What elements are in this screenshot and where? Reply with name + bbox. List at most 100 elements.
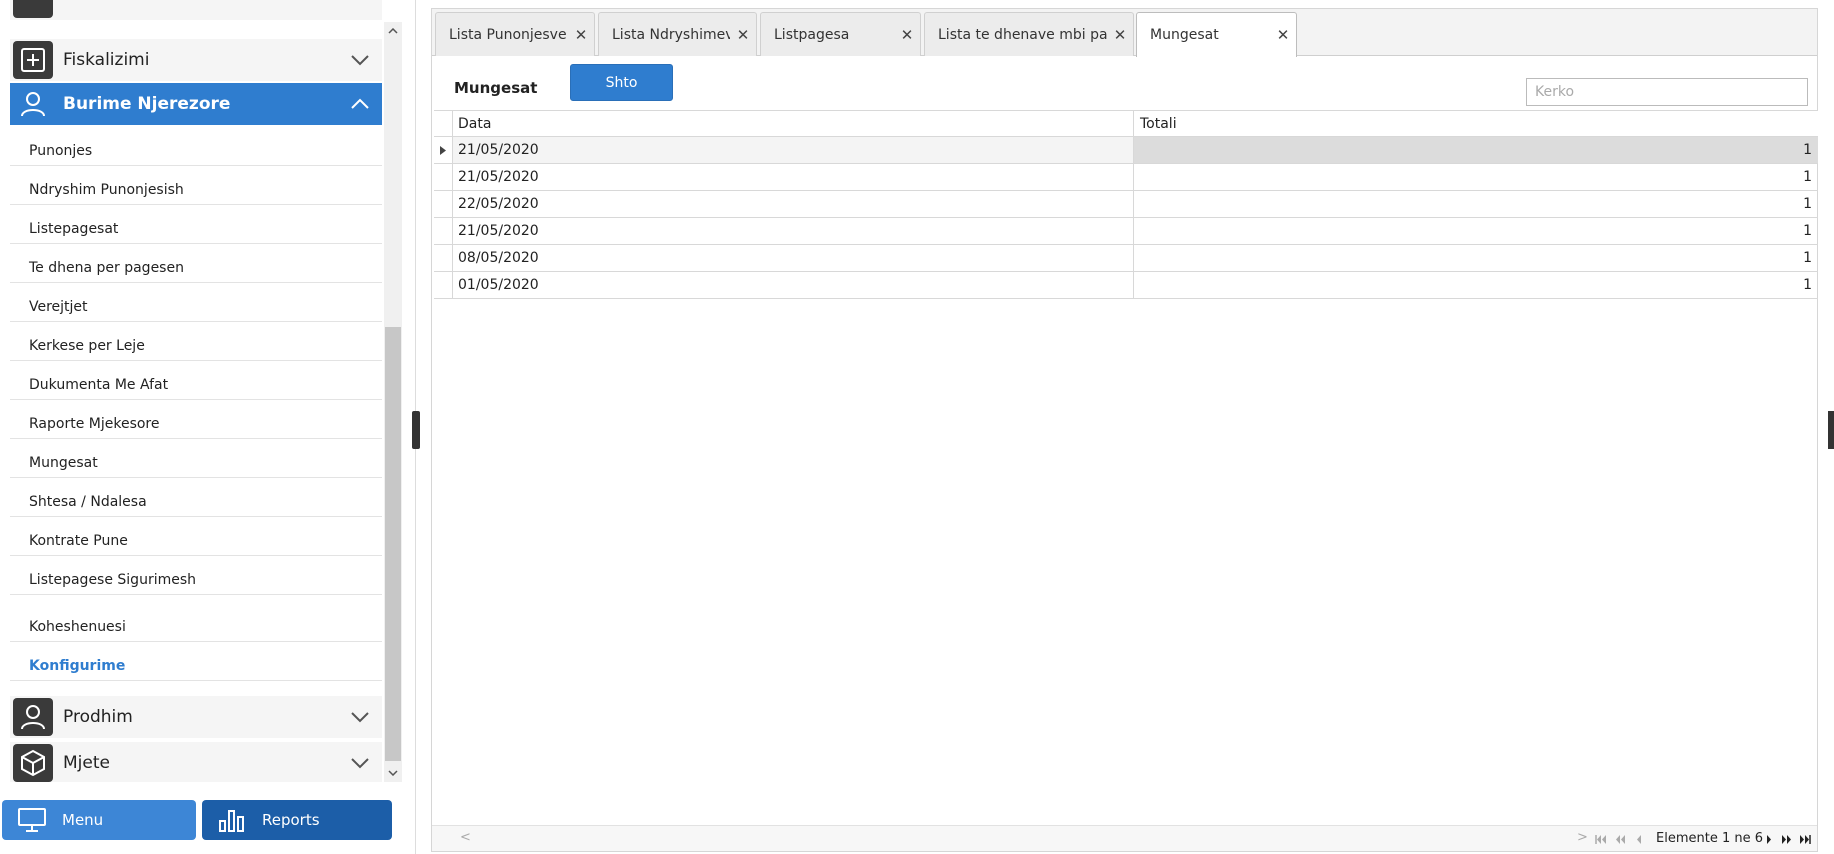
scroll-down-icon[interactable]: [384, 764, 402, 782]
sidebar-item-listepagese-sigurimesh[interactable]: Listepagese Sigurimesh: [10, 556, 382, 595]
sidebar-item-shtesa-ndalesa[interactable]: Shtesa / Ndalesa: [10, 478, 382, 517]
sidebar-item-ndryshim-punonjesish[interactable]: Ndryshim Punonjesish: [10, 166, 382, 205]
sidebar-item-konfigurime[interactable]: Konfigurime: [10, 642, 382, 681]
bottom-tabs: Menu Reports: [2, 800, 392, 840]
column-header-data[interactable]: Data: [453, 111, 1134, 136]
tab-label: Mungesat: [1150, 27, 1219, 43]
cell-total[interactable]: 1: [1134, 218, 1818, 244]
first-page-icon[interactable]: [1594, 832, 1608, 846]
search-input[interactable]: [1526, 78, 1808, 106]
sidebar: Fiskalizimi Burime Njerezore Punonjes Nd…: [0, 0, 416, 854]
sidebar-item-koheshenuesi[interactable]: Koheshenuesi: [10, 595, 382, 642]
sidebar-group-mjete[interactable]: Mjete: [10, 742, 382, 782]
prev-page-icon[interactable]: [1632, 832, 1646, 846]
prev-group-icon[interactable]: [1614, 832, 1628, 846]
chevron-down-icon: [338, 54, 382, 66]
pager: < > Elemente 1 ne 6: [432, 825, 1817, 851]
row-indicator: [434, 191, 453, 217]
sidebar-item-te-dhena-per-pagesen[interactable]: Te dhena per pagesen: [10, 244, 382, 283]
menu-tab-label: Menu: [62, 811, 104, 829]
sidebar-group-label: Fiskalizimi: [63, 50, 150, 70]
tab-label: Listpagesa: [774, 26, 850, 43]
pager-info: Elemente 1 ne 6: [1656, 831, 1763, 846]
sidebar-item-mungesat[interactable]: Mungesat: [10, 439, 382, 478]
toolbar: Mungesat Shto: [432, 56, 1817, 110]
cell-total[interactable]: 1: [1134, 245, 1818, 271]
row-pointer-icon: [434, 137, 453, 163]
tab-lista-te-dhenave[interactable]: Lista te dhenave mbi pagesen ✕: [924, 12, 1134, 56]
sidebar-item-raporte-mjekesore[interactable]: Raporte Mjekesore: [10, 400, 382, 439]
tab-mungesat[interactable]: Mungesat ✕: [1136, 12, 1297, 57]
next-group-icon[interactable]: [1780, 832, 1794, 846]
close-icon[interactable]: ✕: [1270, 26, 1296, 44]
tab-listpagesa[interactable]: Listpagesa ✕: [760, 12, 921, 56]
sidebar-group-burime-njerezore[interactable]: Burime Njerezore: [10, 83, 382, 125]
row-indicator: [434, 164, 453, 190]
bar-chart-icon: [202, 807, 262, 833]
row-indicator: [434, 218, 453, 244]
cell-date[interactable]: 21/05/2020: [453, 137, 1134, 163]
nav-menu: Fiskalizimi Burime Njerezore Punonjes Nd…: [10, 0, 382, 782]
cell-date[interactable]: 21/05/2020: [453, 164, 1134, 190]
table-row[interactable]: 21/05/2020 1: [434, 164, 1818, 191]
sidebar-item-listepagesat[interactable]: Listepagesat: [10, 205, 382, 244]
sidebar-submenu: Punonjes Ndryshim Punonjesish Listepages…: [10, 127, 382, 681]
next-page-icon[interactable]: [1762, 832, 1776, 846]
sidebar-group-hidden[interactable]: [10, 0, 382, 20]
cell-total[interactable]: 1: [1134, 191, 1818, 217]
tab-label: Lista te dhenave mbi pagesen: [938, 26, 1107, 43]
reports-tab[interactable]: Reports: [202, 800, 392, 840]
person-icon: [13, 698, 53, 736]
close-icon[interactable]: ✕: [568, 26, 594, 44]
tab-label: Lista Ndryshimeve: [612, 26, 730, 43]
sidebar-group-label: Burime Njerezore: [63, 94, 231, 114]
tab-label: Lista Punonjesve: [449, 26, 567, 43]
cube-icon: [13, 744, 53, 782]
cell-total[interactable]: 1: [1134, 137, 1818, 163]
cell-total[interactable]: 1: [1134, 164, 1818, 190]
row-indicator-header: [434, 111, 453, 136]
reports-tab-label: Reports: [262, 811, 320, 829]
right-panel-handle[interactable]: [1828, 411, 1834, 449]
cell-date[interactable]: 22/05/2020: [453, 191, 1134, 217]
scroll-left-icon[interactable]: <: [460, 830, 471, 845]
cell-date[interactable]: 21/05/2020: [453, 218, 1134, 244]
close-icon[interactable]: ✕: [1107, 26, 1133, 44]
panel-splitter[interactable]: [412, 411, 420, 449]
cell-total[interactable]: 1: [1134, 272, 1818, 298]
chevron-down-icon: [338, 711, 382, 723]
sidebar-item-kontrate-pune[interactable]: Kontrate Pune: [10, 517, 382, 556]
sidebar-item-punonjes[interactable]: Punonjes: [10, 127, 382, 166]
cell-date[interactable]: 08/05/2020: [453, 245, 1134, 271]
scroll-right-icon[interactable]: >: [1577, 830, 1588, 845]
scrollbar-thumb[interactable]: [385, 327, 401, 761]
sidebar-scrollbar[interactable]: [384, 22, 402, 782]
sidebar-group-prodhim[interactable]: Prodhim: [10, 696, 382, 738]
plus-square-icon: [13, 41, 53, 79]
tab-lista-punonjesve[interactable]: Lista Punonjesve ✕: [435, 12, 595, 56]
column-header-totali[interactable]: Totali: [1134, 111, 1818, 136]
table-row[interactable]: 08/05/2020 1: [434, 245, 1818, 272]
table-row[interactable]: 22/05/2020 1: [434, 191, 1818, 218]
menu-tab[interactable]: Menu: [2, 800, 196, 840]
sidebar-group-fiskalizimi[interactable]: Fiskalizimi: [10, 39, 382, 81]
tab-lista-ndryshimeve[interactable]: Lista Ndryshimeve ✕: [598, 12, 757, 56]
sidebar-item-verejtjet[interactable]: Verejtjet: [10, 283, 382, 322]
sidebar-group-label: Prodhim: [63, 707, 133, 727]
close-icon[interactable]: ✕: [730, 26, 756, 44]
tab-strip: Lista Punonjesve ✕ Lista Ndryshimeve ✕ L…: [432, 9, 1817, 57]
table-row[interactable]: 21/05/2020 1: [434, 137, 1818, 164]
page-title: Mungesat: [454, 79, 538, 97]
table-row[interactable]: 01/05/2020 1: [434, 272, 1818, 299]
cell-date[interactable]: 01/05/2020: [453, 272, 1134, 298]
chevron-up-icon: [338, 98, 382, 110]
sidebar-item-kerkese-per-leje[interactable]: Kerkese per Leje: [10, 322, 382, 361]
sidebar-item-dukumenta-me-afat[interactable]: Dukumenta Me Afat: [10, 361, 382, 400]
last-page-icon[interactable]: [1798, 832, 1812, 846]
add-button[interactable]: Shto: [570, 64, 673, 101]
close-icon[interactable]: ✕: [894, 26, 920, 44]
chevron-down-icon: [338, 757, 382, 769]
scroll-up-icon[interactable]: [384, 22, 402, 40]
table-row[interactable]: 21/05/2020 1: [434, 218, 1818, 245]
main-panel: Lista Punonjesve ✕ Lista Ndryshimeve ✕ L…: [431, 8, 1818, 852]
